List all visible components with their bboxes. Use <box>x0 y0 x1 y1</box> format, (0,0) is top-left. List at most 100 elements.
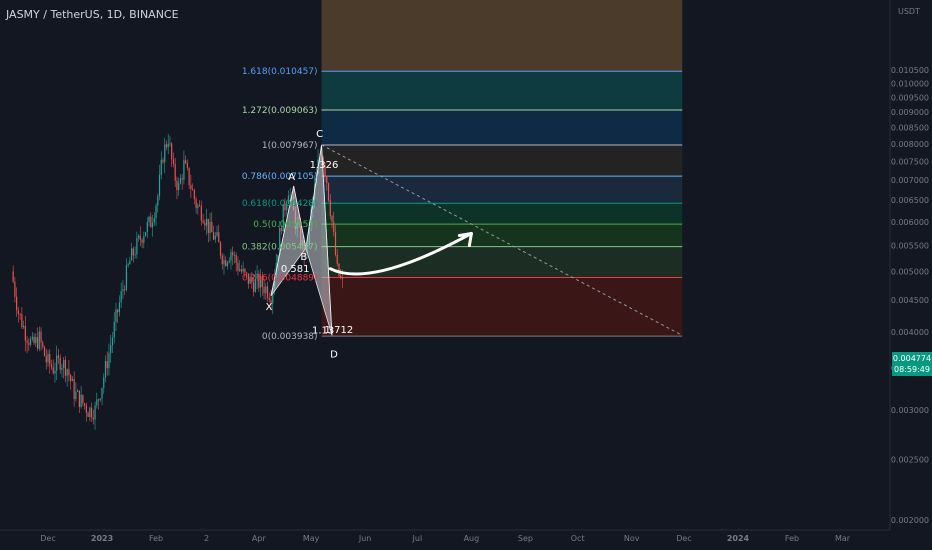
fib-band-1.272 <box>321 110 683 146</box>
y-tick-label: 0.010500 <box>891 66 929 75</box>
candle-body <box>26 340 28 343</box>
candle-body <box>338 263 340 276</box>
pattern-point-B: B <box>300 252 307 263</box>
y-tick-label: 0.005000 <box>891 267 929 276</box>
candle-body <box>68 369 70 376</box>
candle-body <box>144 232 147 236</box>
candle-body <box>195 199 197 209</box>
price-chart[interactable]: 1.618(0.010457) 1.272(0.009063) 1(0.007967… <box>0 0 932 550</box>
x-tick-label: Dec <box>40 534 55 543</box>
candle-body <box>188 167 190 186</box>
candle-body <box>253 282 255 292</box>
fib-label-1.272: 1.272(0.009063) <box>242 106 318 116</box>
candle-body <box>75 391 77 400</box>
candle-body <box>120 291 122 303</box>
candle-body <box>61 367 63 370</box>
y-tick-label: 0.009000 <box>891 108 929 117</box>
candle-body <box>205 218 208 226</box>
candle-body <box>125 265 128 290</box>
candle-body <box>59 357 61 370</box>
candle-body <box>226 262 229 267</box>
candle-body <box>242 268 244 272</box>
candle-body <box>56 355 58 371</box>
fib-label-0: 0(0.003938) <box>262 332 318 342</box>
candle-body <box>334 232 337 255</box>
candle-body <box>331 215 333 222</box>
candle-body <box>153 218 155 223</box>
candle-body <box>207 218 209 234</box>
candle-body <box>185 160 187 164</box>
candle-body <box>232 252 234 256</box>
y-tick-label: 0.002000 <box>891 516 929 525</box>
candle-body <box>178 183 180 191</box>
candle-body <box>148 216 150 222</box>
fib-label-0.618: 0.618(0.006428) <box>242 199 318 209</box>
x-tick-label: Jun <box>358 534 372 543</box>
candle-body <box>186 163 188 168</box>
candle-body <box>122 289 124 292</box>
y-tick-label: 0.004500 <box>891 296 929 305</box>
y-tick-label: 0.008500 <box>891 123 929 132</box>
last-price-value: 0.004774 <box>892 354 932 363</box>
candle-body <box>33 336 35 344</box>
candle-body <box>82 394 84 404</box>
candle-body <box>218 232 220 243</box>
candle-body <box>129 260 131 265</box>
candle-body <box>146 221 148 233</box>
pattern-ratio-B: 0.581 <box>281 264 310 275</box>
fib-label-0.786: 0.786(0.007105) <box>242 172 318 182</box>
candle-body <box>138 235 140 238</box>
candle-body <box>235 255 237 263</box>
candle-body <box>90 407 93 418</box>
x-tick-label: May <box>303 534 320 543</box>
candle-body <box>139 235 141 240</box>
candle-body <box>214 235 216 240</box>
candle-body <box>233 255 236 256</box>
candle-body <box>172 159 175 164</box>
fib-band-1 <box>321 145 683 177</box>
candle-body <box>263 286 265 294</box>
x-tick-label: Nov <box>624 534 640 543</box>
candle-body <box>132 248 134 256</box>
y-tick-label: 0.008000 <box>891 140 929 149</box>
pattern-ratio-D: 1.13 <box>312 325 334 336</box>
candle-body <box>162 159 164 163</box>
candle-body <box>77 390 79 392</box>
candle-body <box>237 262 239 271</box>
candle-body <box>47 353 49 363</box>
candle-body <box>110 345 112 354</box>
candle-body <box>99 398 101 400</box>
candle-body <box>16 296 18 311</box>
candle-body <box>176 180 178 191</box>
candle-body <box>134 254 136 256</box>
x-tick-label: 2024 <box>727 534 750 543</box>
candle-body <box>160 159 162 175</box>
candle-body <box>202 220 204 223</box>
fib-band-top <box>321 0 683 72</box>
candle-body <box>36 337 39 349</box>
y-tick-label: 0.007500 <box>891 157 929 166</box>
candle-body <box>118 302 121 313</box>
candle-body <box>266 286 269 299</box>
candle-body <box>327 183 330 201</box>
candle-body <box>104 361 107 378</box>
y-tick-label: 0.004000 <box>891 328 929 337</box>
candle-body <box>165 144 168 148</box>
candle-body <box>174 163 176 181</box>
candle-body <box>212 232 215 240</box>
candle-body <box>31 336 33 340</box>
candle-body <box>83 403 86 406</box>
candle-body <box>14 281 16 297</box>
candle-body <box>190 185 192 190</box>
fib-label-1.618: 1.618(0.010457) <box>242 67 318 77</box>
candle-body <box>169 143 171 145</box>
fib-band-0.618 <box>321 203 683 225</box>
fib-band-0.786 <box>321 176 683 204</box>
candle-body <box>89 407 91 417</box>
candle-body <box>223 260 225 265</box>
candle-body <box>42 342 44 347</box>
candle-body <box>94 405 96 420</box>
candle-body <box>38 331 40 349</box>
pattern-point-X: X <box>266 302 273 313</box>
candle-body <box>64 359 67 376</box>
